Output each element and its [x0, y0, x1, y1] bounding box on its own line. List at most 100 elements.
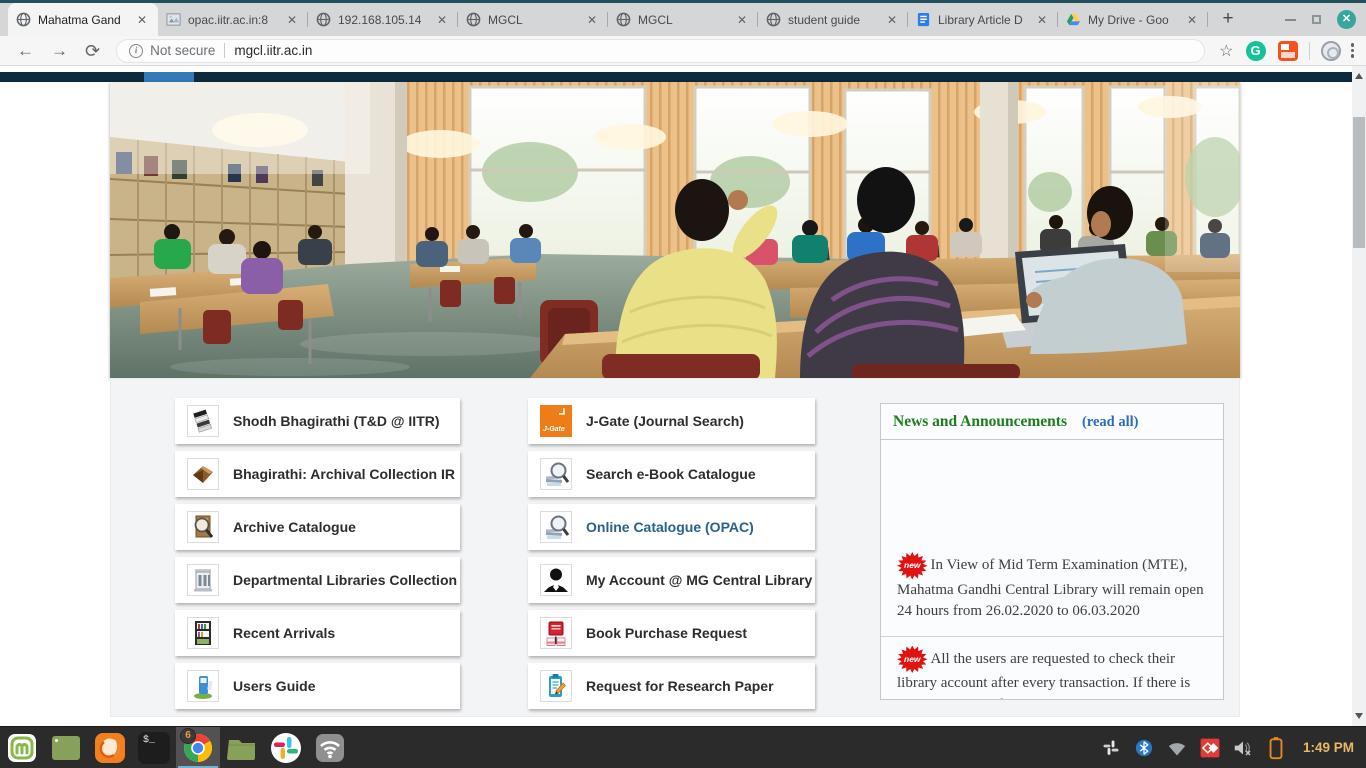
slack-icon — [270, 732, 302, 764]
red-book-icon — [540, 617, 572, 649]
scroll-up-icon[interactable] — [1355, 73, 1363, 79]
tab-ip-address[interactable]: 192.168.105.14 ✕ — [308, 3, 458, 36]
firefox-launcher[interactable] — [88, 727, 132, 768]
news-panel: News and Announcements (read all) newIn … — [880, 403, 1224, 700]
mint-logo-icon — [6, 732, 38, 764]
link-recent-arrivals[interactable]: Recent Arrivals — [175, 610, 460, 656]
tab-close-icon[interactable]: ✕ — [1034, 12, 1050, 28]
round-extension-icon[interactable] — [1321, 41, 1341, 61]
leather-book-icon — [187, 458, 219, 490]
page-info-icon[interactable] — [129, 44, 143, 58]
tab-close-icon[interactable]: ✕ — [734, 12, 750, 28]
scrollbar-thumb[interactable] — [1353, 117, 1365, 248]
link-label: Shodh Bhagirathi (T&D @ IITR) — [233, 413, 440, 429]
forward-button[interactable] — [51, 42, 68, 59]
reload-button[interactable] — [85, 42, 100, 60]
minimize-button[interactable] — [1285, 19, 1296, 21]
tab-close-icon[interactable]: ✕ — [134, 12, 150, 28]
chrome-menu-icon[interactable] — [1351, 43, 1355, 58]
google-drive-icon — [1066, 12, 1081, 27]
tab-title: My Drive - Goo — [1088, 13, 1177, 27]
anydesk-tray-icon[interactable] — [1200, 736, 1220, 760]
tab-mahatma-gandhi[interactable]: Mahatma Gand ✕ — [8, 3, 158, 36]
battery-tray-icon[interactable] — [1266, 736, 1286, 760]
link-bhagirathi-archival[interactable]: Bhagirathi: Archival Collection IR — [175, 451, 460, 497]
library-hero-photo — [110, 82, 1240, 378]
wifi-icon — [314, 732, 346, 764]
tab-strip: Mahatma Gand ✕ opac.iitr.ac.in:8 ✕ 192.1… — [0, 3, 1366, 36]
link-my-account[interactable]: My Account @ MG Central Library — [528, 557, 815, 603]
close-button[interactable] — [1337, 10, 1356, 29]
link-book-purchase[interactable]: Book Purchase Request — [528, 610, 815, 656]
news-item: newIn View of Mid Term Examination (MTE)… — [881, 543, 1223, 636]
toolbar-divider — [1309, 42, 1310, 60]
scroll-down-icon[interactable] — [1355, 713, 1363, 719]
page-content: Shodh Bhagirathi (T&D @ IITR) Bhagirathi… — [110, 378, 1240, 717]
tab-opac[interactable]: opac.iitr.ac.in:8 ✕ — [158, 3, 308, 36]
tab-mgcl-2[interactable]: MGCL ✕ — [608, 3, 758, 36]
link-research-paper-request[interactable]: Request for Research Paper — [528, 663, 815, 709]
new-badge-icon: new — [897, 552, 928, 580]
read-all-link[interactable]: (read all) — [1082, 414, 1139, 431]
slack-tray-icon[interactable] — [1101, 736, 1121, 760]
link-users-guide[interactable]: Users Guide — [175, 663, 460, 709]
department-building-icon — [187, 564, 219, 596]
books-stack-icon — [187, 405, 219, 437]
tab-title: opac.iitr.ac.in:8 — [188, 13, 277, 27]
tab-close-icon[interactable]: ✕ — [1184, 12, 1200, 28]
link-label: Users Guide — [233, 678, 315, 694]
link-label: Archive Catalogue — [233, 519, 356, 535]
file-manager-launcher[interactable] — [220, 727, 264, 768]
bluetooth-tray-icon[interactable] — [1134, 736, 1154, 760]
news-header: News and Announcements (read all) — [881, 404, 1223, 440]
new-badge-icon: new — [897, 646, 928, 674]
show-desktop-button[interactable] — [44, 727, 88, 768]
network-settings-launcher[interactable] — [308, 727, 352, 768]
firefox-icon — [94, 732, 126, 764]
link-label: Recent Arrivals — [233, 625, 335, 641]
tab-close-icon[interactable]: ✕ — [884, 12, 900, 28]
link-ebook-catalogue[interactable]: Search e-Book Catalogue — [528, 451, 815, 497]
link-label: Search e-Book Catalogue — [586, 466, 756, 482]
security-label[interactable]: Not secure — [150, 43, 215, 58]
chrome-taskbar-button[interactable]: 6 — [176, 727, 220, 768]
url-text[interactable]: mgcl.iitr.ac.in — [234, 43, 312, 58]
grammarly-extension-icon[interactable] — [1246, 41, 1266, 61]
terminal-icon — [138, 732, 170, 764]
link-departmental-libraries[interactable]: Departmental Libraries Collection — [175, 557, 460, 603]
browser-toolbar: Not secure mgcl.iitr.ac.in — [0, 36, 1366, 66]
link-archive-catalogue[interactable]: Archive Catalogue — [175, 504, 460, 550]
tab-close-icon[interactable]: ✕ — [584, 12, 600, 28]
link-shodh-bhagirathi[interactable]: Shodh Bhagirathi (T&D @ IITR) — [175, 398, 460, 444]
terminal-launcher[interactable] — [132, 727, 176, 768]
globe-icon — [616, 12, 631, 27]
tab-close-icon[interactable]: ✕ — [434, 12, 450, 28]
wifi-tray-icon[interactable] — [1167, 736, 1187, 760]
restore-button[interactable] — [1312, 15, 1321, 24]
taskbar-clock[interactable]: 1:49 PM — [1303, 740, 1354, 755]
address-bar[interactable]: Not secure mgcl.iitr.ac.in — [116, 39, 1205, 63]
new-tab-button[interactable] — [1214, 6, 1242, 34]
back-button[interactable] — [17, 42, 34, 59]
orange-extension-icon[interactable] — [1278, 41, 1298, 61]
link-opac[interactable]: Online Catalogue (OPAC) — [528, 504, 815, 550]
tab-mgcl-1[interactable]: MGCL ✕ — [458, 3, 608, 36]
tab-close-icon[interactable]: ✕ — [284, 12, 300, 28]
desktop-icon — [50, 734, 82, 762]
globe-icon — [16, 12, 31, 27]
page-viewport: Shodh Bhagirathi (T&D @ IITR) Bhagirathi… — [0, 66, 1352, 726]
slack-launcher[interactable] — [264, 727, 308, 768]
link-jgate[interactable]: J-Gate J-Gate (Journal Search) — [528, 398, 815, 444]
google-docs-icon — [916, 12, 931, 27]
tab-library-article[interactable]: Library Article D ✕ — [908, 3, 1058, 36]
volume-muted-tray-icon[interactable] — [1233, 736, 1253, 760]
jgate-logo-text: J-Gate — [543, 426, 565, 433]
bookmark-star-icon[interactable] — [1219, 41, 1233, 61]
mint-menu-button[interactable] — [0, 727, 44, 768]
page-scrollbar[interactable] — [1352, 66, 1366, 726]
tab-student-guide[interactable]: student guide ✕ — [758, 3, 908, 36]
navbar-active-item[interactable] — [144, 72, 194, 82]
image-placeholder-icon — [166, 12, 181, 27]
link-label: My Account @ MG Central Library — [586, 572, 812, 588]
tab-my-drive[interactable]: My Drive - Goo ✕ — [1058, 3, 1208, 36]
